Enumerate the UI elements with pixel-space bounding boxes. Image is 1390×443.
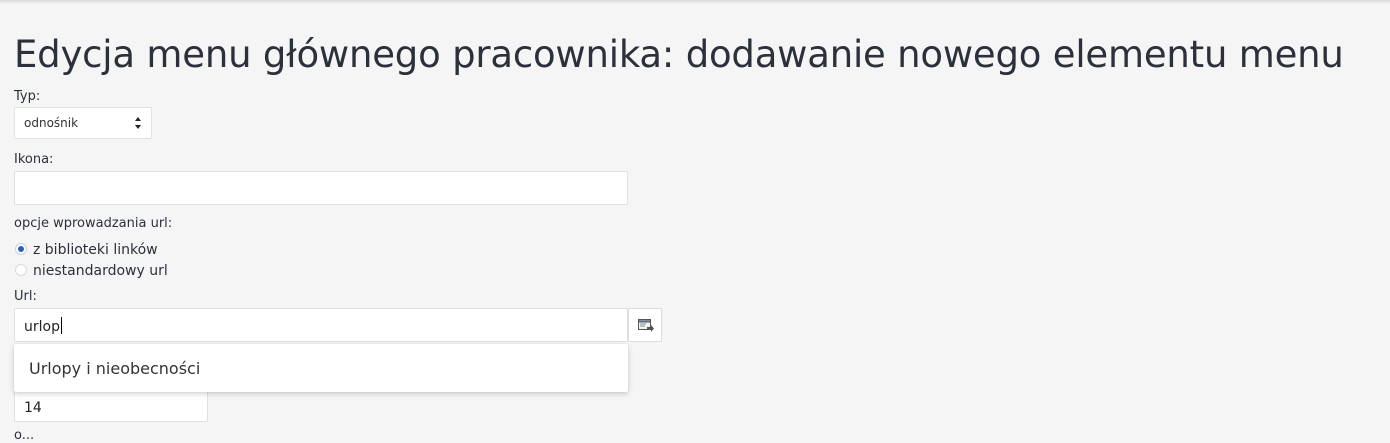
radio-link-library-button[interactable] <box>15 243 27 255</box>
icon-input[interactable] <box>14 171 628 205</box>
url-options-label: opcje wprowadzania url: <box>14 216 173 231</box>
type-select-value: odnośnik <box>24 116 79 130</box>
order-input[interactable]: 14 <box>14 388 208 422</box>
order-input-value: 14 <box>24 400 42 416</box>
autocomplete-item[interactable]: Urlopy i nieobecności <box>29 359 200 378</box>
top-shadow <box>0 0 1390 4</box>
icon-label: Ikona: <box>14 152 54 167</box>
link-picker-button[interactable] <box>628 308 662 342</box>
type-select[interactable]: odnośnik <box>14 107 152 139</box>
link-picker-icon <box>638 319 654 332</box>
select-arrows-icon <box>135 117 141 129</box>
radio-custom-url-button[interactable] <box>15 264 27 276</box>
url-label: Url: <box>14 289 37 304</box>
type-label: Typ: <box>14 89 41 104</box>
page-title: Edycja menu głównego pracownika: dodawan… <box>14 33 1344 76</box>
autocomplete-dropdown: Urlopy i nieobecności <box>14 344 628 392</box>
url-input[interactable]: urlop <box>14 308 628 342</box>
radio-custom-url-label[interactable]: niestandardowy url <box>33 262 168 280</box>
text-caret <box>60 317 62 334</box>
radio-link-library-label[interactable]: z biblioteki linków <box>33 241 158 259</box>
url-input-value: urlop <box>24 319 60 335</box>
